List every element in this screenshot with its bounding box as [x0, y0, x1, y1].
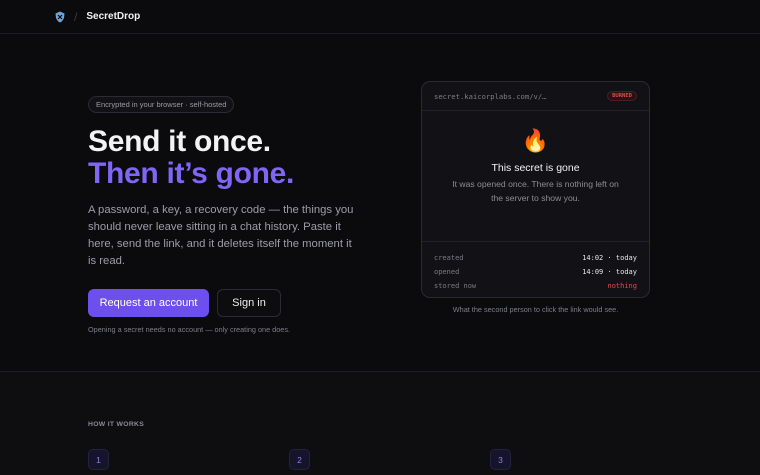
breadcrumb-separator: / [74, 9, 78, 24]
hero-description: A password, a key, a recovery code — the… [88, 204, 354, 267]
detail-row-created: created 14:02 · today [434, 251, 637, 265]
hero-note: Opening a secret needs no account — only… [88, 325, 291, 334]
secret-details: created 14:02 · today opened 14:09 · tod… [422, 241, 649, 293]
fire-icon: 🔥 [521, 128, 550, 153]
detail-value: 14:09 · today [582, 268, 637, 276]
headline-line-2: Then it’s gone. [88, 157, 295, 190]
burned-secret-preview-card: secret.kaicorplabs.com/v/… BURNED 🔥 This… [421, 81, 650, 298]
card-header: secret.kaicorplabs.com/v/… BURNED [422, 82, 649, 111]
secret-url: secret.kaicorplabs.com/v/… [434, 91, 547, 101]
step-number-3: 3 [490, 449, 511, 470]
detail-value: 14:02 · today [582, 254, 637, 262]
encryption-badge: Encrypted in your browser · self-hosted [88, 96, 235, 113]
detail-row-opened: opened 14:09 · today [434, 265, 637, 279]
how-it-works-section: HOW IT WORKS 1 2 3 [0, 371, 760, 475]
brand-name[interactable]: SecretDrop [86, 11, 140, 22]
detail-key: created [434, 254, 464, 262]
sign-in-button[interactable]: Sign in [217, 289, 281, 317]
detail-key: opened [434, 268, 460, 276]
detail-key: stored now [434, 282, 477, 290]
detail-value: nothing [607, 282, 637, 290]
step-number-1: 1 [88, 449, 109, 470]
detail-row-stored-now: stored now nothing [434, 279, 637, 293]
step-number-2: 2 [289, 449, 310, 470]
card-caption: What the second person to click the link… [452, 305, 619, 314]
card-body: 🔥 This secret is gone It was opened once… [422, 111, 649, 241]
hero-actions: Request an account Sign in [88, 289, 388, 317]
secret-gone-text: It was opened once. There is nothing lef… [452, 179, 619, 203]
secret-gone-title: This secret is gone [491, 162, 580, 174]
shield-logo-icon[interactable] [54, 11, 66, 23]
request-account-button[interactable]: Request an account [88, 289, 209, 317]
hero-section: Encrypted in your browser · self-hosted … [88, 94, 388, 334]
how-it-works-heading: HOW IT WORKS [88, 421, 145, 428]
headline-line-1: Send it once. [88, 125, 271, 158]
top-navigation: / SecretDrop [0, 0, 760, 34]
status-badge: BURNED [607, 91, 637, 101]
